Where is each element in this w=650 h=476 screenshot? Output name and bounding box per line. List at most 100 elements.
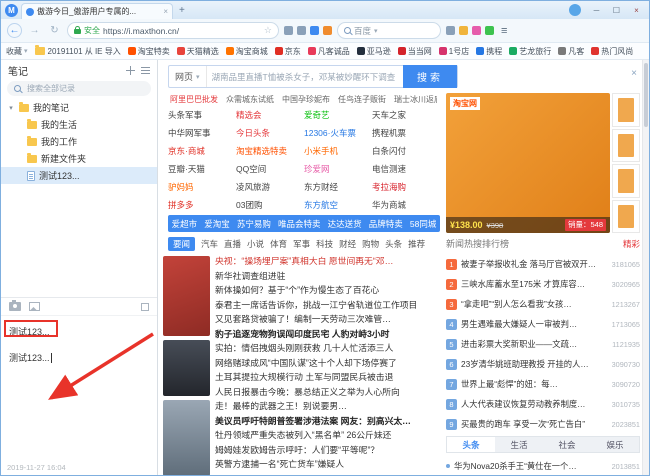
download-icon[interactable] — [446, 26, 455, 35]
bookmark-item[interactable]: 淘宝商城 — [226, 46, 268, 57]
hot-link[interactable]: 中国孕珍妮布 — [282, 94, 330, 105]
search-engine-select[interactable]: 网页 ▾ — [169, 66, 207, 87]
news-headline[interactable]: 姆姆娃发欧姆告示呼吁：人们要“平等呢”？ — [215, 443, 441, 458]
section-tab[interactable]: 生活 — [495, 437, 543, 452]
notes-search[interactable] — [7, 81, 151, 96]
maximize-button[interactable]: ☐ — [608, 6, 625, 15]
ad-thumbnail[interactable] — [612, 93, 640, 127]
note-body[interactable]: 测试123... — [9, 351, 157, 364]
promo-link[interactable]: 唯品会特卖 — [278, 218, 321, 230]
note-list-icon[interactable] — [141, 67, 150, 74]
news-headline[interactable]: 新体操如何？基于“个”作为慢生态了百花心 — [215, 283, 441, 298]
notes-tree-item[interactable]: 我的工作 — [1, 133, 157, 150]
nav-link[interactable]: 东方财经 — [304, 178, 372, 196]
back-button[interactable]: ← — [7, 23, 22, 38]
news-tab[interactable]: 军事 — [293, 238, 310, 250]
news-tab[interactable]: 头条 — [385, 238, 402, 250]
nav-link[interactable]: 中华网军事 — [168, 124, 236, 142]
minimize-button[interactable]: ─ — [588, 6, 605, 15]
snapshot-icon[interactable] — [284, 26, 293, 35]
forward-button[interactable]: → — [27, 23, 42, 38]
news-headline[interactable]: 央视：“操场埋尸案”真相大白 愿世间再无“邓… — [215, 254, 441, 269]
news-headline[interactable]: 英警方逮捕一名“死亡货车”嫌疑人 — [215, 457, 441, 472]
new-note-icon[interactable] — [126, 66, 135, 75]
wechat-icon[interactable] — [485, 26, 494, 35]
news-headline[interactable]: 土耳其提拉大规模行动 土军与同盟民兵被击退 — [215, 370, 441, 385]
news-headline[interactable]: 实拍：情侣拽烟头刚刚获救 几十人忙活添三人 — [215, 341, 441, 356]
bookmark-item[interactable]: 凡客诚品 — [308, 46, 350, 57]
news-tab[interactable]: 科技 — [316, 238, 333, 250]
nav-link[interactable]: 华为商城 — [372, 196, 440, 214]
promo-link[interactable]: 58同城 — [410, 218, 436, 230]
bookmark-item[interactable]: 当当网 — [398, 46, 432, 57]
news-headline[interactable]: 美议员呼吁特朗普签署涉港法案 网友：别高兴太… — [215, 414, 441, 429]
hot-link[interactable]: 阿里巴巴批发 — [170, 94, 218, 105]
nav-link[interactable]: QQ空间 — [236, 160, 304, 178]
nav-link[interactable]: 京东·商城 — [168, 142, 236, 160]
scrollbar-thumb[interactable] — [644, 63, 648, 127]
section-tab[interactable]: 娱乐 — [591, 437, 639, 452]
nav-link[interactable]: 珍爱网 — [304, 160, 372, 178]
ranking-item[interactable]: 华为Nova20杀手王“黄仕在一个… 2013851 — [446, 456, 640, 475]
news-headline[interactable]: 泰君主一席话告诉你，挑战一江宁省轨道位工作项目 — [215, 298, 441, 313]
maxthon-logo-icon[interactable]: M — [5, 4, 18, 17]
refresh-button[interactable]: ↻ — [47, 23, 62, 38]
reader-mode-icon[interactable] — [297, 26, 306, 35]
ranking-item[interactable]: 4男生遇难最大嫌疑人一审被判…1713065 — [446, 314, 640, 334]
news-tab[interactable]: 推荐 — [408, 238, 425, 250]
sniffer-icon[interactable] — [310, 26, 319, 35]
favorites-menu-button[interactable]: 收藏 ▾ — [6, 46, 28, 57]
news-headline[interactable]: 人民日报暴击今晚：暴总结正义之举为人心所向 — [215, 385, 441, 400]
ranking-item[interactable]: 3“拿走吧”“别人怎么看我”女孩…1213267 — [446, 294, 640, 314]
promo-link[interactable]: 达达送货 — [328, 218, 362, 230]
nav-link[interactable]: 考拉海购 — [372, 178, 440, 196]
news-thumbnail[interactable] — [163, 400, 210, 475]
nav-link[interactable]: 12306·火车票 — [304, 124, 372, 142]
nav-link[interactable]: 拼多多 — [168, 196, 236, 214]
note-title[interactable]: 测试123... — [9, 325, 157, 338]
news-headline[interactable]: 又见套路贷被骗了！编制一天劳动三次难管… — [215, 312, 441, 327]
new-tab-button[interactable]: + — [176, 5, 188, 16]
ad-thumbnail[interactable] — [612, 129, 640, 163]
favorite-star-icon[interactable]: ☆ — [264, 25, 272, 36]
nav-link[interactable]: 爱奇艺 — [304, 106, 372, 124]
notes-tree-item[interactable]: 新建文件夹 — [1, 150, 157, 167]
ad-thumbnail[interactable] — [612, 200, 640, 234]
bookmark-item[interactable]: 亚马逊 — [357, 46, 391, 57]
notes-tree-item[interactable]: ▾我的笔记 — [1, 99, 157, 116]
news-headline[interactable]: 网络赌球成风“中国队谋”这十个人却下场停赛了 — [215, 356, 441, 371]
nav-link[interactable]: 东方航空 — [304, 196, 372, 214]
nav-link[interactable]: 小米手机 — [304, 142, 372, 160]
nav-link[interactable]: 头条军事 — [168, 106, 236, 124]
nav-link[interactable]: 豆瓣·天猫 — [168, 160, 236, 178]
bookmark-item[interactable]: 热门风尚 — [591, 46, 633, 57]
scrollbar[interactable] — [642, 60, 649, 475]
passkeeper-icon[interactable] — [459, 26, 468, 35]
news-thumbnail[interactable] — [163, 340, 210, 396]
news-tab[interactable]: 要闻 — [168, 237, 195, 251]
notes-tree-item[interactable]: 我的生活 — [1, 116, 157, 133]
nav-link[interactable]: 今日头条 — [236, 124, 304, 142]
tab-close-icon[interactable]: × — [163, 7, 168, 16]
nav-link[interactable]: 电信测速 — [372, 160, 440, 178]
nav-link[interactable]: 驴妈妈 — [168, 178, 236, 196]
skins-icon[interactable] — [472, 26, 481, 35]
ranking-item[interactable]: 1被妻子举报收礼金 落马厅官被双开…3181065 — [446, 254, 640, 274]
image-icon[interactable] — [29, 302, 40, 311]
nav-link[interactable]: 白条闪付 — [372, 142, 440, 160]
close-window-button[interactable]: × — [628, 6, 645, 15]
hot-link[interactable]: 众需城东试纸 — [226, 94, 274, 105]
main-menu-button[interactable]: ≡ — [499, 25, 509, 37]
bookmark-item[interactable]: 艺龙旅行 — [509, 46, 551, 57]
bookmark-item[interactable]: 凡客 — [558, 46, 584, 57]
news-tab[interactable]: 小说 — [247, 238, 264, 250]
ad-image[interactable]: 淘宝网 ¥138.00 ¥398 销量：548 — [446, 93, 610, 233]
news-headline[interactable]: 牡丹领域严重失态被列入“黑名单” 26公斤妹还 — [215, 428, 441, 443]
section-tab[interactable]: 头条 — [447, 437, 495, 452]
bookmark-folder[interactable]: 20191101 从 IE 导入 — [35, 46, 121, 57]
quick-search-box[interactable]: 百度 ▾ — [337, 22, 441, 39]
ranking-item[interactable]: 7世界上最“彪悍”的妞：每…3090720 — [446, 374, 640, 394]
taobao-ad[interactable]: 淘宝网 ¥138.00 ¥398 销量：548 — [446, 93, 640, 233]
news-tab[interactable]: 汽车 — [201, 238, 218, 250]
search-button[interactable]: 搜索 — [403, 65, 457, 88]
